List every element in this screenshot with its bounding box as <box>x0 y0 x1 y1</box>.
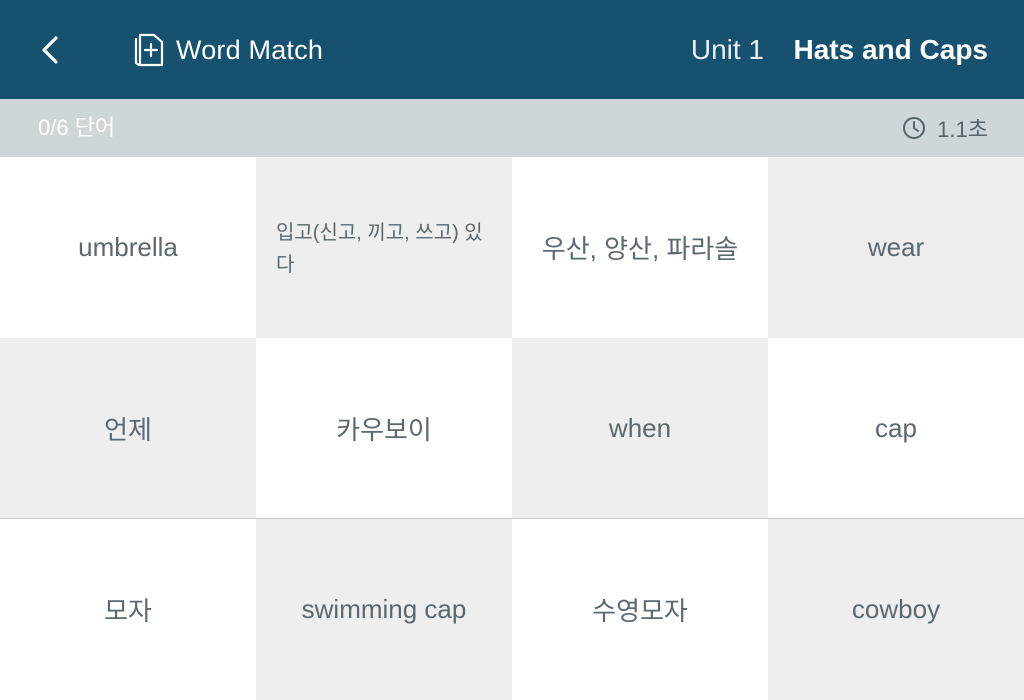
set-title: Hats and Caps <box>793 34 989 65</box>
progress-counter: 0/6 단어 <box>38 115 116 140</box>
word-card[interactable]: cowboy <box>768 519 1024 700</box>
word-card[interactable]: umbrella <box>0 157 256 338</box>
word-card[interactable]: 모자 <box>0 519 256 700</box>
card-text: 입고(신고, 끼고, 쓰고) 있다 <box>276 222 483 276</box>
card-text: when <box>608 412 672 443</box>
word-card[interactable]: swimming cap <box>256 519 512 700</box>
unit-label: Unit 1 <box>690 34 764 65</box>
clock-icon <box>901 115 927 141</box>
word-card[interactable]: when <box>512 338 768 519</box>
card-text: wear <box>867 232 925 262</box>
word-card[interactable]: 카우보이 <box>256 338 512 519</box>
header-bar: Word Match Unit 1 Hats and Caps <box>0 0 1024 99</box>
word-card[interactable]: 우산, 양산, 파라솔 <box>512 157 768 338</box>
mode-title: Word Match <box>130 30 323 70</box>
word-match-app: Word Match Unit 1 Hats and Caps 0/6 단어 1… <box>0 0 1024 700</box>
card-text: 우산, 양산, 파라솔 <box>541 234 739 264</box>
card-text: 모자 <box>104 596 152 626</box>
word-card[interactable]: wear <box>768 157 1024 338</box>
card-text: 언제 <box>104 414 152 445</box>
word-card[interactable]: 입고(신고, 끼고, 쓰고) 있다 <box>256 157 512 338</box>
card-text: swimming cap <box>301 594 467 624</box>
timer: 1.1초 <box>901 99 988 157</box>
status-bar: 0/6 단어 1.1초 <box>0 99 1024 157</box>
card-grid: umbrella 입고(신고, 끼고, 쓰고) 있다 우산, 양산, 파라솔 w… <box>0 157 1024 700</box>
card-text: cowboy <box>851 594 941 624</box>
timer-value: 1.1초 <box>937 117 988 142</box>
word-card[interactable]: 수영모자 <box>512 519 768 700</box>
card-text: cap <box>875 412 917 443</box>
card-text: 카우보이 <box>336 414 432 445</box>
card-text: umbrella <box>78 232 178 262</box>
word-card[interactable]: cap <box>768 338 1024 519</box>
card-text: 수영모자 <box>592 596 688 626</box>
chevron-left-icon <box>42 36 58 64</box>
back-button[interactable] <box>28 26 72 74</box>
mode-label: Word Match <box>176 34 324 65</box>
word-card[interactable]: 언제 <box>0 338 256 519</box>
cards-plus-icon <box>130 31 168 69</box>
